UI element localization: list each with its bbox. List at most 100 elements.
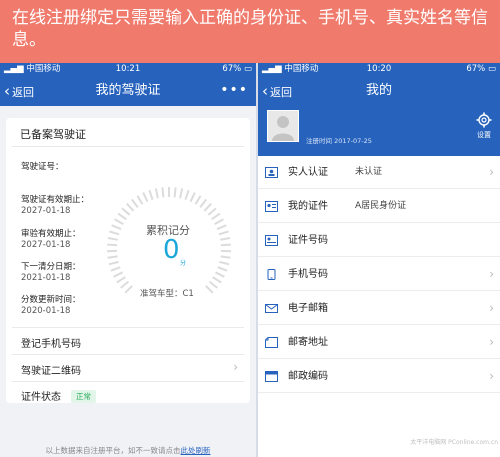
gauge-tick: [108, 260, 119, 266]
gauge-tick: [173, 187, 177, 198]
gauge-tick: [126, 202, 135, 212]
gauge-tick: [148, 189, 154, 201]
address-icon: [265, 337, 278, 348]
divider: [12, 327, 244, 328]
list-item-value: 未认证: [355, 167, 383, 177]
row-label: 证件状态: [21, 392, 61, 403]
refresh-link[interactable]: 此处刷新: [181, 446, 211, 455]
license-card: 已备案驾驶证 驾驶证号： 驾驶证有效期止： 2027-01-18 审验有效期止：…: [6, 118, 250, 403]
gauge-tick: [212, 276, 222, 284]
score-update-label: 分数更新时间：: [21, 295, 81, 305]
gauge-tick: [203, 202, 212, 212]
watermark: 太平洋电脑网 PConline.com.cn: [410, 439, 498, 446]
gauge-tick: [120, 280, 130, 289]
caption-banner: 在线注册绑定只需要输入正确的身份证、手机号、真实姓名等信息。: [0, 0, 500, 63]
divider: [12, 354, 244, 355]
mail-icon: [265, 304, 278, 313]
list-item-phone-number[interactable]: 手机号码 ›: [258, 258, 500, 291]
gauge-tick: [220, 243, 231, 247]
postcode-icon: [265, 371, 278, 382]
register-phone-row[interactable]: 登记手机号码: [21, 335, 240, 350]
gauge-tick: [207, 207, 217, 216]
license-number-label: 驾驶证号：: [21, 162, 64, 172]
gauge-tick: [199, 198, 207, 208]
gauge-tick: [117, 212, 127, 221]
row-label: 驾驶证二维码: [21, 366, 81, 377]
gauge-tick: [184, 189, 190, 201]
gauge-tick: [218, 230, 229, 236]
gauge-tick: [116, 276, 126, 284]
review-expiry-value: 2027-01-18: [21, 240, 71, 250]
score-update-value: 2020-01-18: [21, 306, 71, 316]
list-item-document-number[interactable]: 证件号码: [258, 224, 500, 257]
gauge-tick: [214, 218, 224, 225]
chevron-right-icon: ›: [489, 301, 494, 315]
vehicle-type: 准驾车型：C1: [140, 289, 194, 299]
settings-label: 设置: [477, 131, 491, 139]
gauge-tick: [110, 266, 121, 272]
list-item-value: A居民身份证: [355, 201, 407, 211]
gauge-tick: [179, 188, 184, 199]
status-badge: 正常: [71, 390, 96, 403]
gauge-tick: [107, 255, 118, 259]
license-expiry-label: 驾驶证有效期止：: [21, 195, 90, 205]
page-title: 我的: [365, 83, 392, 98]
status-bar: ▂▄▆ 中国移动 10:20 67% ▭: [258, 63, 500, 76]
gauge-tick: [121, 207, 131, 216]
chevron-right-icon: ›: [489, 165, 494, 179]
list-item-mailing-address[interactable]: 邮寄地址 ›: [258, 326, 500, 359]
user-silhouette-icon: [272, 116, 294, 141]
list-item-label: 邮寄地址: [288, 337, 328, 348]
license-status-row: 证件状态 正常: [21, 388, 240, 403]
gauge-tick: [124, 285, 133, 294]
list-item-label: 实人认证: [288, 167, 328, 178]
more-button[interactable]: •••: [220, 76, 248, 104]
gauge-tick: [216, 224, 227, 231]
document-number-icon: [265, 235, 278, 246]
score-unit: 分: [180, 260, 187, 267]
card-title: 已备案驾驶证: [20, 128, 86, 141]
list-item-real-name-auth[interactable]: 实人认证 未认证 ›: [258, 156, 500, 189]
gear-icon: [476, 112, 492, 128]
nav-bar: ‹ 返回 我的驾驶证 •••: [0, 76, 256, 106]
clock: 10:21: [115, 64, 141, 74]
clock: 10:20: [366, 64, 392, 74]
chevron-right-icon: ›: [489, 267, 494, 281]
next-clear-label: 下一清分日期：: [21, 262, 81, 272]
gauge-tick: [205, 285, 214, 294]
list-item-email[interactable]: 电子邮箱 ›: [258, 292, 500, 325]
chevron-right-icon: ›: [489, 369, 494, 383]
driver-license-screen: ▂▄▆ 中国移动 10:21 67% ▭ ‹ 返回 我的驾驶证 ••• 已备案驾驶…: [0, 63, 256, 457]
battery-label: 67% ▭: [466, 64, 496, 74]
divider: [12, 381, 244, 382]
license-qrcode-row[interactable]: 驾驶证二维码: [21, 362, 240, 377]
list-item-label: 手机号码: [288, 269, 328, 280]
gauge-tick: [154, 188, 159, 199]
list-item-postcode[interactable]: 邮政编码 ›: [258, 360, 500, 393]
battery-label: 67% ▭: [222, 64, 252, 74]
license-expiry-value: 2027-01-18: [21, 206, 71, 216]
page-title: 我的驾驶证: [95, 83, 161, 98]
settings-button[interactable]: 设置: [473, 112, 495, 140]
gauge-tick: [217, 266, 228, 272]
data-source-note: 以上数据来自注册平台，如不一致请点击此处刷新: [45, 446, 211, 455]
list-item-label: 电子邮箱: [288, 303, 328, 314]
status-bar: ▂▄▆ 中国移动 10:21 67% ▭: [0, 63, 256, 76]
gauge-tick: [109, 230, 120, 236]
gauge-tick: [161, 187, 165, 198]
review-expiry-label: 审验有效期止：: [21, 229, 81, 239]
phone-icon: [267, 269, 276, 280]
list-item-label: 证件号码: [288, 235, 328, 246]
divider: [12, 146, 244, 147]
register-time: 注册时间 2017-07-25: [306, 137, 372, 145]
gauge-tick: [215, 271, 225, 278]
gauge-tick: [211, 212, 221, 221]
avatar[interactable]: [267, 110, 299, 142]
id-card-icon: [265, 167, 278, 178]
score-value: 0: [163, 235, 180, 265]
list-item-my-certificate[interactable]: 我的证件 A居民身份证: [258, 190, 500, 223]
gauge-tick: [107, 243, 118, 247]
gauge-tick: [220, 237, 231, 241]
chevron-right-icon: ›: [233, 360, 238, 374]
gauge-tick: [130, 198, 139, 208]
